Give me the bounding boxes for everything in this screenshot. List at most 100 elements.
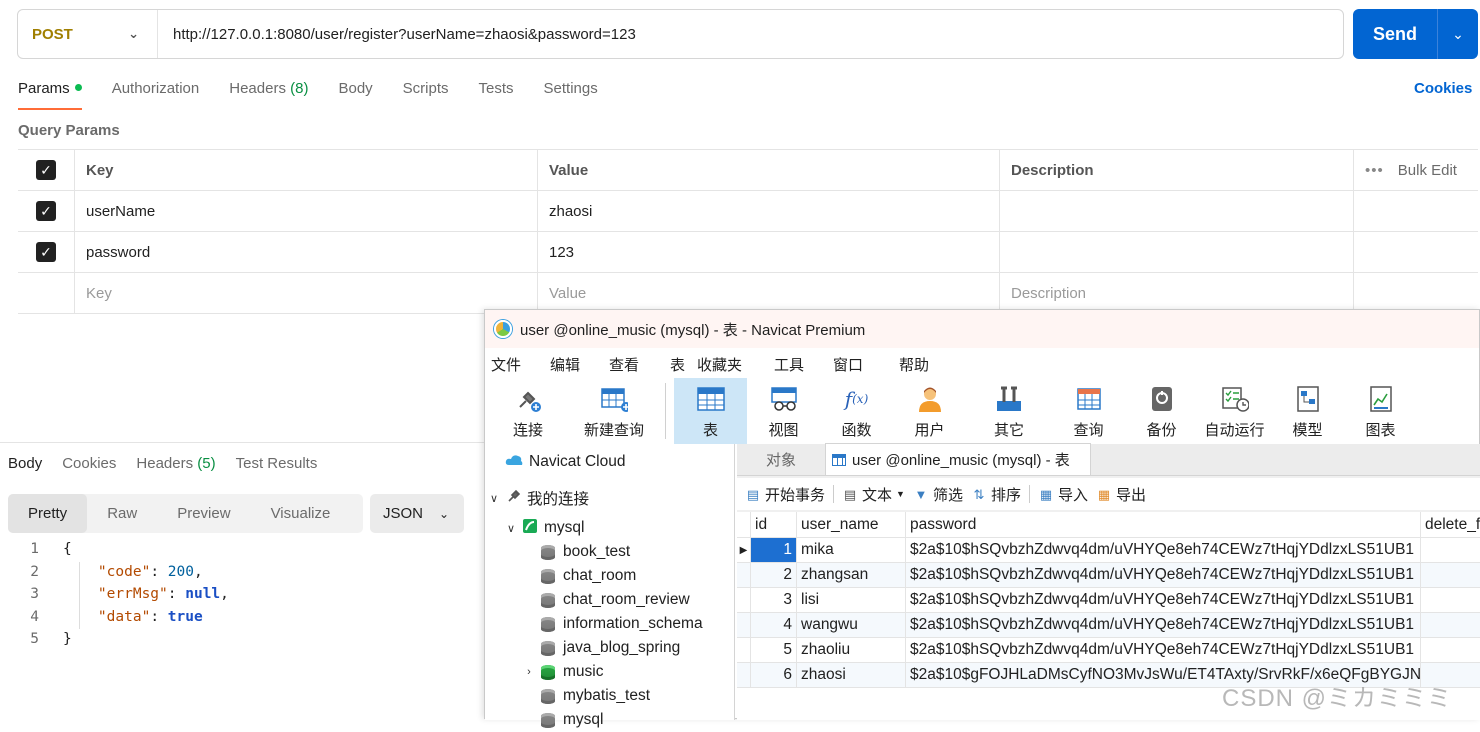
- new-key-input[interactable]: Key: [74, 273, 537, 313]
- view-raw[interactable]: Raw: [87, 494, 157, 533]
- method-select[interactable]: POST ⌄: [18, 10, 158, 58]
- export-button[interactable]: ▦ 导出: [1096, 484, 1146, 505]
- tree-item-database[interactable]: chat_room: [541, 564, 636, 588]
- tab-response-body[interactable]: Body: [8, 455, 42, 472]
- menu-view[interactable]: 查看: [609, 354, 670, 375]
- param-checkbox[interactable]: ✓: [36, 201, 56, 221]
- tab-body[interactable]: Body: [338, 76, 372, 110]
- tree-item-cloud[interactable]: Navicat Cloud: [505, 450, 626, 474]
- cell-user-name[interactable]: mika: [797, 538, 906, 562]
- menu-tools[interactable]: 工具: [774, 354, 833, 375]
- tree-item-database-open[interactable]: › music: [522, 660, 603, 684]
- menu-file[interactable]: 文件: [491, 354, 550, 375]
- toolbar-table[interactable]: 表: [674, 378, 747, 444]
- cell-id[interactable]: 3: [751, 588, 797, 612]
- toolbar-model[interactable]: 模型: [1271, 378, 1344, 444]
- menu-edit[interactable]: 编辑: [550, 354, 609, 375]
- sort-button[interactable]: ⇅ 排序: [971, 484, 1021, 505]
- column-header-delete-flag[interactable]: delete_f: [1421, 512, 1480, 537]
- cell-id[interactable]: 1: [751, 538, 797, 562]
- param-description[interactable]: [999, 191, 1353, 231]
- toolbar-view[interactable]: 视图: [747, 378, 820, 444]
- cell-password[interactable]: $2a$10$hSQvbzhZdwvq4dm/uVHYQe8eh74CEWz7t…: [906, 613, 1421, 637]
- tab-response-cookies[interactable]: Cookies: [62, 455, 116, 472]
- expand-arrow-icon[interactable]: ›: [522, 666, 536, 678]
- bulk-edit-button[interactable]: Bulk Edit: [1398, 162, 1457, 179]
- tree-item-database[interactable]: chat_room_review: [541, 588, 690, 612]
- tab-scripts[interactable]: Scripts: [403, 76, 449, 110]
- filter-button[interactable]: ▼ 筛选: [913, 484, 963, 505]
- toolbar-function[interactable]: f (x) 函数: [820, 378, 893, 444]
- cell-password[interactable]: $2a$10$hSQvbzhZdwvq4dm/uVHYQe8eh74CEWz7t…: [906, 638, 1421, 662]
- url-input[interactable]: http://127.0.0.1:8080/user/register?user…: [158, 26, 636, 43]
- toolbar-others[interactable]: 其它: [966, 378, 1052, 444]
- begin-transaction-button[interactable]: ▤ 开始事务: [745, 484, 825, 505]
- cell-user-name[interactable]: zhaoliu: [797, 638, 906, 662]
- menu-window[interactable]: 窗口: [833, 354, 899, 375]
- tree-item-connection[interactable]: ∨ mysql: [504, 516, 584, 540]
- tree-item-database[interactable]: java_blog_spring: [541, 636, 680, 660]
- param-value[interactable]: zhaosi: [537, 191, 999, 231]
- param-description[interactable]: [999, 232, 1353, 272]
- cell-delete-flag[interactable]: [1421, 538, 1480, 562]
- tab-user-table[interactable]: user @online_music (mysql) - 表: [825, 443, 1091, 475]
- toolbar-backup[interactable]: 备份: [1125, 378, 1198, 444]
- tab-headers[interactable]: Headers (8): [229, 76, 308, 110]
- toolbar-user[interactable]: 用户: [893, 378, 966, 444]
- param-checkbox[interactable]: ✓: [36, 242, 56, 262]
- param-value[interactable]: 123: [537, 232, 999, 272]
- tab-response-headers[interactable]: Headers (5): [136, 455, 215, 472]
- cell-password[interactable]: $2a$10$hSQvbzhZdwvq4dm/uVHYQe8eh74CEWz7t…: [906, 538, 1421, 562]
- select-all-checkbox[interactable]: ✓: [36, 160, 56, 180]
- tab-authorization[interactable]: Authorization: [112, 76, 200, 110]
- cell-delete-flag[interactable]: [1421, 588, 1480, 612]
- column-header-id[interactable]: id: [751, 512, 797, 537]
- format-select[interactable]: JSON ⌄: [370, 494, 464, 533]
- table-row[interactable]: 2 zhangsan $2a$10$hSQvbzhZdwvq4dm/uVHYQe…: [737, 563, 1480, 588]
- send-options-chevron-icon[interactable]: ⌄: [1438, 26, 1478, 43]
- cookies-link[interactable]: Cookies: [1414, 80, 1472, 97]
- view-preview[interactable]: Preview: [157, 494, 250, 533]
- tree-item-database[interactable]: information_schema: [541, 612, 703, 636]
- cell-user-name[interactable]: zhangsan: [797, 563, 906, 587]
- tree-item-database[interactable]: mysql: [541, 708, 603, 732]
- param-key[interactable]: userName: [74, 191, 537, 231]
- table-row[interactable]: 5 zhaoliu $2a$10$hSQvbzhZdwvq4dm/uVHYQe8…: [737, 638, 1480, 663]
- tree-item-my-connections[interactable]: ∨ 我的连接: [487, 486, 589, 510]
- cell-id[interactable]: 6: [751, 663, 797, 687]
- view-visualize[interactable]: Visualize: [251, 494, 351, 533]
- table-row[interactable]: 4 wangwu $2a$10$hSQvbzhZdwvq4dm/uVHYQe8e…: [737, 613, 1480, 638]
- response-divider[interactable]: [0, 442, 490, 443]
- import-button[interactable]: ▦ 导入: [1038, 484, 1088, 505]
- send-button[interactable]: Send ⌄: [1353, 9, 1478, 59]
- menu-favorites[interactable]: 收藏夹: [697, 354, 774, 375]
- cell-password[interactable]: $2a$10$hSQvbzhZdwvq4dm/uVHYQe8eh74CEWz7t…: [906, 563, 1421, 587]
- tab-tests[interactable]: Tests: [479, 76, 514, 110]
- tree-item-database[interactable]: book_test: [541, 540, 630, 564]
- expand-arrow-icon[interactable]: ∨: [487, 492, 501, 505]
- new-description-input[interactable]: Description: [999, 273, 1353, 313]
- view-pretty[interactable]: Pretty: [8, 494, 88, 533]
- toolbar-query[interactable]: 查询: [1052, 378, 1125, 444]
- cell-id[interactable]: 5: [751, 638, 797, 662]
- tab-settings[interactable]: Settings: [544, 76, 598, 110]
- param-key[interactable]: password: [74, 232, 537, 272]
- navicat-titlebar[interactable]: user @online_music (mysql) - 表 - Navicat…: [485, 310, 1479, 348]
- cell-id[interactable]: 2: [751, 563, 797, 587]
- cell-delete-flag[interactable]: [1421, 638, 1480, 662]
- toolbar-new-query[interactable]: 新建查询: [571, 378, 657, 444]
- cell-user-name[interactable]: wangwu: [797, 613, 906, 637]
- tab-test-results[interactable]: Test Results: [236, 455, 318, 472]
- toolbar-connect[interactable]: 连接: [485, 378, 571, 444]
- toolbar-chart[interactable]: 图表: [1344, 378, 1417, 444]
- cell-password[interactable]: $2a$10$hSQvbzhZdwvq4dm/uVHYQe8eh74CEWz7t…: [906, 588, 1421, 612]
- column-header-password[interactable]: password: [906, 512, 1421, 537]
- table-row[interactable]: 3 lisi $2a$10$hSQvbzhZdwvq4dm/uVHYQe8eh7…: [737, 588, 1480, 613]
- tab-params[interactable]: Params: [18, 76, 82, 110]
- tree-item-database[interactable]: mybatis_test: [541, 684, 650, 708]
- column-header-user-name[interactable]: user_name: [797, 512, 906, 537]
- cell-delete-flag[interactable]: [1421, 563, 1480, 587]
- toolbar-automation[interactable]: 自动运行: [1198, 378, 1271, 444]
- cell-id[interactable]: 4: [751, 613, 797, 637]
- menu-table[interactable]: 表: [670, 354, 697, 375]
